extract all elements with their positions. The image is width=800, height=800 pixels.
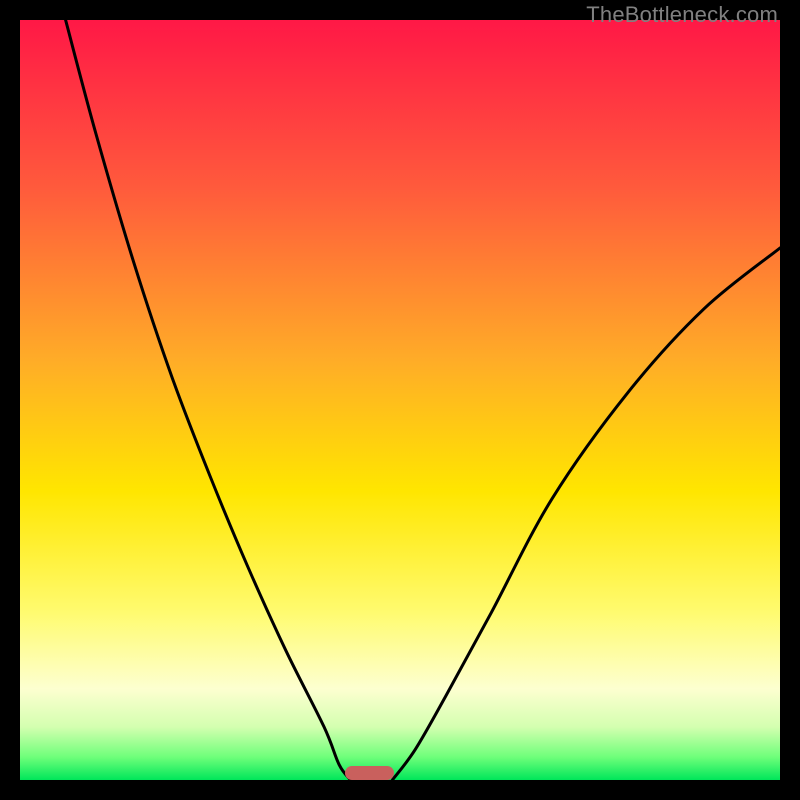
plot-area: [20, 20, 780, 780]
minimum-marker: [345, 766, 394, 780]
watermark-label: TheBottleneck.com: [586, 2, 778, 28]
bottleneck-curve: [20, 20, 780, 780]
chart-frame: TheBottleneck.com: [0, 0, 800, 800]
